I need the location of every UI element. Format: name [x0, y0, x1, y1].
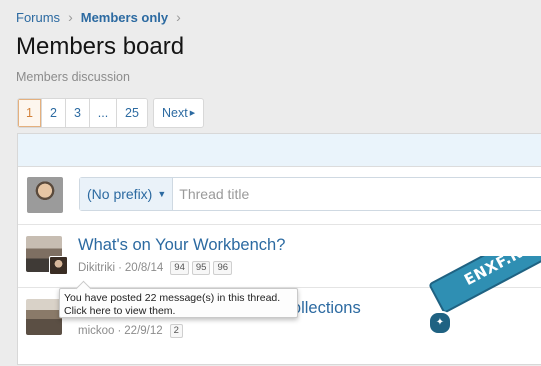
thread-page-jumps: 2: [169, 324, 186, 338]
thread-list-header: [18, 134, 541, 167]
caret-right-icon: ▶: [189, 110, 196, 117]
tooltip-line-1: You have posted 22 message(s) in this th…: [64, 292, 281, 304]
participation-tooltip[interactable]: You have posted 22 message(s) in this th…: [59, 288, 298, 318]
page-jump-button[interactable]: ...: [90, 99, 117, 127]
thread-page-link[interactable]: 94: [170, 261, 189, 275]
pagination: 1 2 3 ... 25 Next ▶: [17, 98, 205, 128]
thread-date[interactable]: 22/9/12: [124, 325, 162, 337]
quick-thread-form: (No prefix) ▼: [18, 167, 541, 225]
page-2-button[interactable]: 2: [42, 99, 66, 127]
prefix-dropdown[interactable]: (No prefix) ▼: [80, 178, 174, 210]
thread-page-link[interactable]: 95: [191, 261, 211, 275]
thread-author-avatar[interactable]: [26, 299, 62, 335]
thread-date[interactable]: 20/8/14: [125, 262, 163, 274]
tooltip-line-2[interactable]: Click here to view them.: [64, 305, 293, 318]
thread-title-input[interactable]: [173, 178, 541, 210]
breadcrumb-item-members-only[interactable]: Members only: [81, 10, 168, 25]
thread-meta: Dikitriki · 20/8/14 94 95 96: [78, 261, 235, 275]
next-page-button[interactable]: Next ▶: [153, 98, 205, 128]
last-poster-avatar[interactable]: [49, 256, 68, 275]
thread-title-link[interactable]: What's on Your Workbench?: [78, 236, 285, 255]
prefix-label: (No prefix): [87, 186, 153, 202]
page-title: Members board: [16, 33, 185, 60]
page-3-button[interactable]: 3: [66, 99, 90, 127]
thread-page-link[interactable]: 96: [213, 261, 233, 275]
watermark-logo-icon: ✦: [428, 311, 452, 335]
page-description: Members discussion: [16, 70, 130, 84]
page-1-button[interactable]: 1: [18, 99, 42, 127]
breadcrumb-separator: ›: [68, 9, 73, 25]
thread-page-link[interactable]: 2: [169, 324, 183, 338]
watermark-banner: ENXF.NET: [428, 256, 541, 315]
breadcrumb-separator: ›: [176, 9, 181, 25]
watermark: ENXF.NET ✦: [420, 256, 541, 366]
current-user-avatar[interactable]: [27, 177, 63, 213]
meta-separator: ·: [117, 325, 122, 337]
quick-thread-composer: (No prefix) ▼: [79, 177, 541, 211]
next-page-label: Next: [162, 106, 188, 120]
chevron-down-icon: ▼: [157, 189, 167, 199]
thread-page-jumps: 94 95 96: [170, 261, 235, 275]
breadcrumb-item-forums[interactable]: Forums: [16, 10, 60, 25]
page-number-group: 1 2 3 ... 25: [17, 98, 148, 128]
thread-author[interactable]: mickoo: [78, 325, 114, 337]
meta-separator: ·: [118, 262, 122, 274]
thread-author[interactable]: Dikitriki: [78, 262, 115, 274]
breadcrumb: Forums › Members only ›: [16, 9, 189, 25]
page-25-button[interactable]: 25: [117, 99, 147, 127]
thread-meta: mickoo · 22/9/12 2: [78, 324, 186, 338]
